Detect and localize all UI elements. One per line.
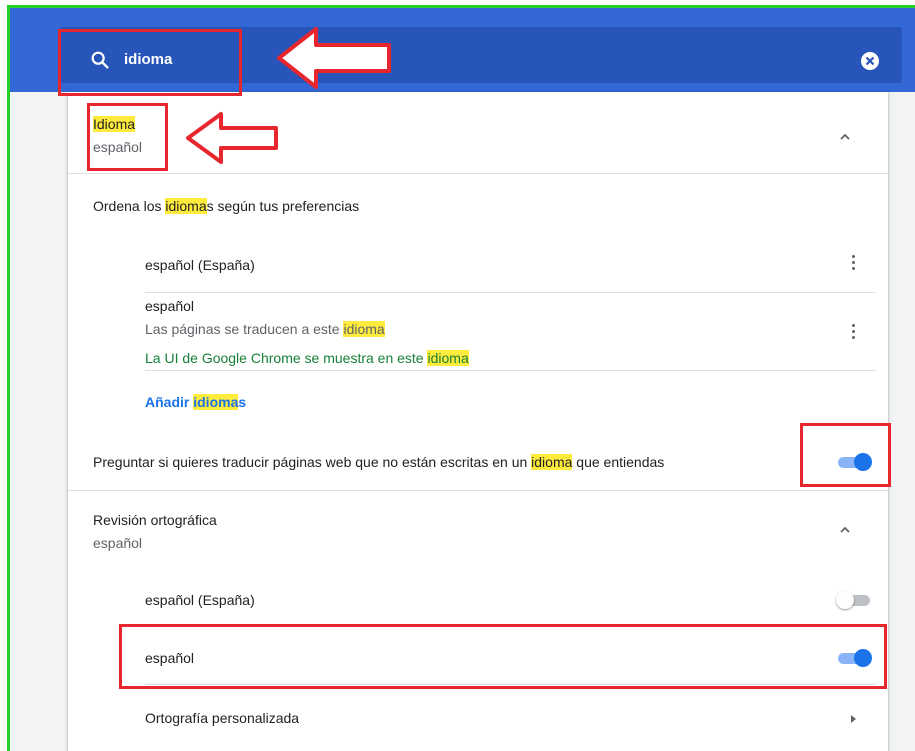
spellcheck-item-label: español (España) [145,592,255,608]
annotation-box-translate-toggle [800,423,891,487]
spellcheck-section-subtitle: español [93,535,143,551]
collapse-language-icon[interactable] [838,132,852,142]
language-order-text: Ordena los idiomas según tus preferencia… [93,198,360,214]
custom-spelling-link[interactable]: Ortografía personalizada [145,710,299,726]
spellcheck-toggle[interactable] [836,590,872,610]
chevron-right-icon [851,715,856,723]
annotation-arrow-icon [277,27,391,89]
annotation-arrow-icon [186,112,278,164]
more-options-icon[interactable] [852,255,856,273]
annotation-box-spellcheck-espanol [119,624,887,689]
divider [68,490,888,491]
spellcheck-section-title: Revisión ortográfica [93,512,217,528]
translate-offer-label: Preguntar si quieres traducir páginas we… [93,454,665,470]
language-translate-note: Las páginas se traducen a este idioma [145,321,385,337]
divider [68,173,888,174]
language-ui-note: La UI de Google Chrome se muestra en est… [145,350,469,366]
clear-search-icon[interactable] [860,51,880,71]
language-item-label: español (España) [145,257,255,273]
divider [145,292,876,293]
collapse-spellcheck-icon[interactable] [838,525,852,535]
divider [145,370,876,371]
language-item-label: español [145,298,195,314]
add-languages-link[interactable]: Añadir idiomas [145,394,246,410]
annotation-box-search [58,29,242,96]
more-options-icon[interactable] [852,324,856,342]
frame-border [7,5,915,8]
annotation-box-language-title [87,103,168,171]
frame-border [7,5,10,751]
